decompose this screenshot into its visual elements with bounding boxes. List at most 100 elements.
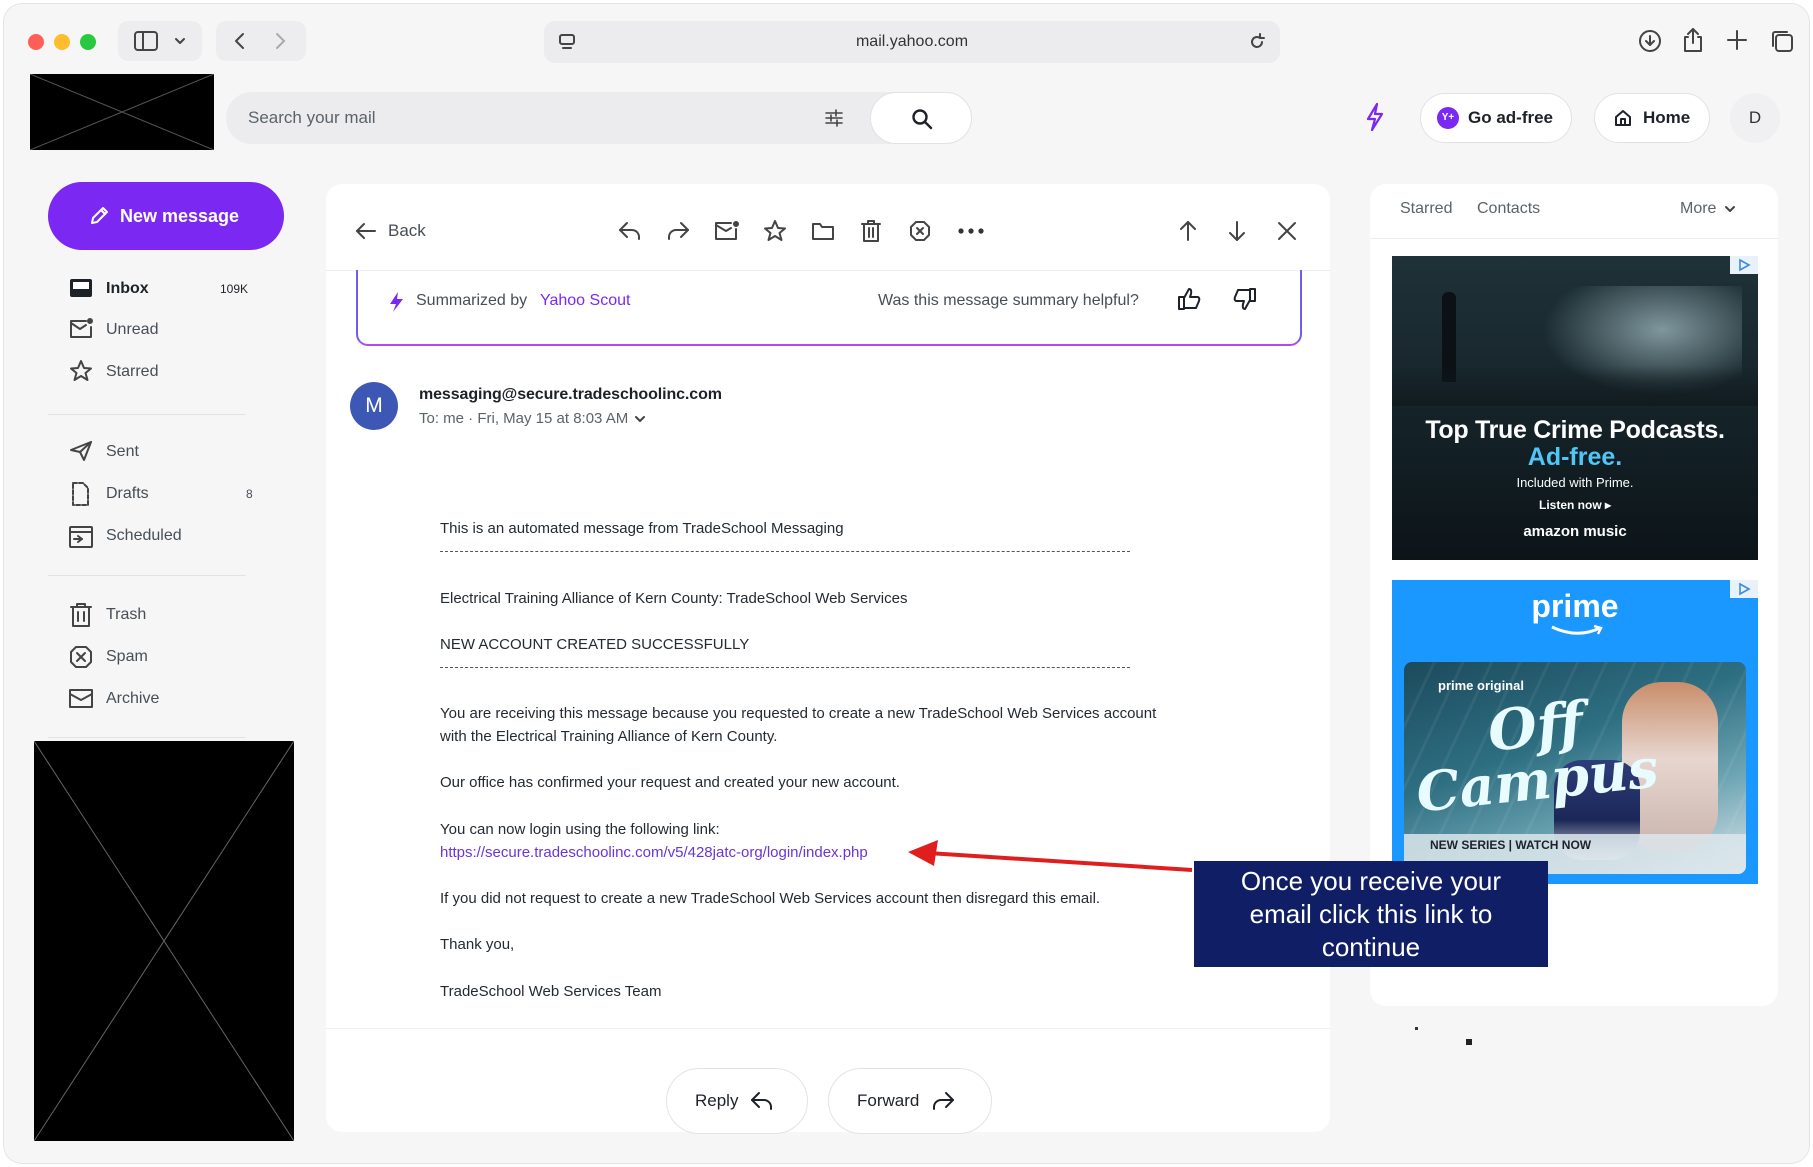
minimize-window-button[interactable] — [54, 34, 70, 50]
star-icon[interactable] — [763, 219, 787, 243]
tabs-divider — [1370, 238, 1778, 239]
sidebar-item-label: Unread — [106, 321, 159, 338]
back-button[interactable]: Back — [354, 216, 426, 246]
ad-true-crime-podcasts[interactable]: Top True Crime Podcasts. Ad-free. Includ… — [1392, 256, 1758, 560]
sidebar-ad-placeholder[interactable] — [34, 741, 294, 1141]
sidebar-item-label: Spam — [106, 648, 148, 665]
new-tab-icon[interactable] — [1726, 29, 1748, 51]
body-line: Our office has confirmed your request an… — [440, 774, 900, 791]
ad-headline: Top True Crime Podcasts. — [1425, 416, 1725, 444]
sidebar-toggle-button[interactable] — [118, 21, 202, 61]
mark-unread-icon[interactable] — [714, 220, 740, 242]
share-icon[interactable] — [1682, 27, 1704, 53]
spam-icon — [70, 646, 92, 668]
ad2-footer: NEW SERIES | WATCH NOW — [1430, 838, 1592, 852]
home-button[interactable]: Home — [1594, 93, 1710, 143]
filter-sliders-icon[interactable] — [824, 108, 844, 128]
tab-overview-icon[interactable] — [1770, 29, 1794, 53]
body-line: This is an automated message from TradeS… — [440, 520, 844, 537]
dashed-divider — [440, 667, 1130, 668]
forward-icon[interactable] — [666, 220, 690, 242]
sender-address[interactable]: messaging@secure.tradeschoolinc.com — [419, 386, 722, 404]
chevron-down-icon — [1725, 206, 1736, 212]
ad-brand: amazon music — [1523, 523, 1627, 540]
callout-line: Once you receive your — [1240, 866, 1502, 896]
tab-contacts[interactable]: Contacts — [1477, 200, 1540, 218]
stray-dot — [1466, 1039, 1472, 1045]
next-message-icon[interactable] — [1227, 219, 1247, 243]
summary-prefix: Summarized by — [416, 292, 528, 309]
archive-icon — [69, 689, 93, 708]
forward-chevron-icon[interactable] — [272, 31, 288, 51]
close-window-button[interactable] — [28, 34, 44, 50]
search-input[interactable]: Search your mail — [248, 108, 376, 128]
pencil-icon — [91, 207, 108, 224]
spam-icon[interactable] — [908, 219, 932, 243]
back-chevron-icon[interactable] — [232, 31, 248, 51]
recipient-date-text: To: me · Fri, May 15 at 8:03 AM — [419, 410, 629, 427]
annotation-arrow — [908, 840, 1193, 872]
thumbs-up-icon[interactable] — [1176, 286, 1202, 312]
sidebar-icon — [134, 31, 158, 51]
sidebar-item-count: 109K — [220, 282, 249, 296]
previous-message-icon[interactable] — [1178, 219, 1198, 243]
calendar-icon — [69, 526, 93, 548]
yahoo-mail-logo[interactable] — [30, 74, 214, 150]
more-label: More — [1680, 200, 1717, 217]
recipient-details[interactable]: To: me · Fri, May 15 at 8:03 AM — [419, 410, 646, 427]
maximize-window-button[interactable] — [80, 34, 96, 50]
adchoices-icon[interactable] — [1730, 256, 1758, 274]
reply-icon[interactable] — [618, 220, 642, 242]
callout-line: email click this link to — [1249, 899, 1493, 929]
go-ad-free-button[interactable]: Y+ Go ad-free — [1420, 93, 1572, 143]
chevron-down-icon — [635, 415, 646, 422]
ad-grass — [1392, 366, 1758, 406]
home-label: Home — [1643, 108, 1691, 127]
thumbs-down-icon[interactable] — [1232, 286, 1258, 312]
star-icon — [70, 360, 92, 381]
ad-prime-video[interactable]: prime prime original Off Campus NEW SERI… — [1392, 580, 1758, 884]
tab-starred[interactable]: Starred — [1400, 200, 1452, 218]
scout-bolt-icon[interactable] — [1364, 102, 1386, 132]
reply-label: Reply — [695, 1091, 739, 1110]
more-tabs-button[interactable]: More — [1680, 200, 1736, 218]
forward-button[interactable]: Forward — [828, 1068, 992, 1134]
body-line: NEW ACCOUNT CREATED SUCCESSFULLY — [440, 636, 750, 653]
body-line: Electrical Training Alliance of Kern Cou… — [440, 590, 908, 607]
ad2-brand: prime — [1531, 588, 1619, 624]
trash-icon[interactable] — [860, 219, 882, 243]
scout-sparkle-icon — [390, 292, 403, 312]
downloads-icon[interactable] — [1638, 29, 1662, 53]
sidebar-item-label: Archive — [106, 690, 160, 707]
forward-icon — [933, 1092, 955, 1110]
more-actions-icon[interactable] — [958, 228, 984, 234]
body-line: If you did not request to create a new T… — [440, 890, 1101, 907]
account-avatar[interactable]: D — [1730, 93, 1780, 143]
address-bar[interactable]: mail.yahoo.com — [544, 21, 1280, 63]
new-message-button[interactable]: New message — [48, 182, 284, 250]
chevron-down-icon — [175, 38, 185, 44]
login-link[interactable]: https://secure.tradeschoolinc.com/v5/428… — [440, 844, 868, 861]
close-icon[interactable] — [1276, 220, 1298, 242]
sidebar-item-label: Trash — [106, 606, 147, 623]
ad2-key-art: prime original Off Campus NEW SERIES | W… — [1404, 662, 1746, 874]
trash-icon — [70, 603, 92, 627]
sidebar-item-label: Drafts — [106, 485, 149, 502]
search-bar[interactable]: Search your mail — [226, 92, 972, 144]
browser-window: mail.yahoo.com Search your mail Y+ Go ad… — [4, 4, 1809, 1163]
sidebar-item-count: 8 — [246, 487, 253, 501]
folder-icon[interactable] — [811, 220, 835, 242]
search-button[interactable] — [870, 92, 972, 144]
ad-subheadline: Ad-free. — [1527, 443, 1623, 471]
new-message-label: New message — [120, 205, 240, 226]
ad-cta[interactable]: Listen now ▸ — [1392, 498, 1758, 512]
dashed-divider — [440, 551, 1130, 552]
reload-icon[interactable] — [1248, 33, 1266, 51]
body-line: TradeSchool Web Services Team — [440, 983, 662, 1000]
footer-divider — [326, 1028, 1330, 1029]
body-line: Thank you, — [440, 936, 515, 953]
summary-brand: Yahoo Scout — [540, 292, 631, 309]
draft-icon — [72, 482, 89, 506]
annotation-callout: Once you receive your email click this l… — [1194, 861, 1548, 967]
reply-button[interactable]: Reply — [666, 1068, 808, 1134]
